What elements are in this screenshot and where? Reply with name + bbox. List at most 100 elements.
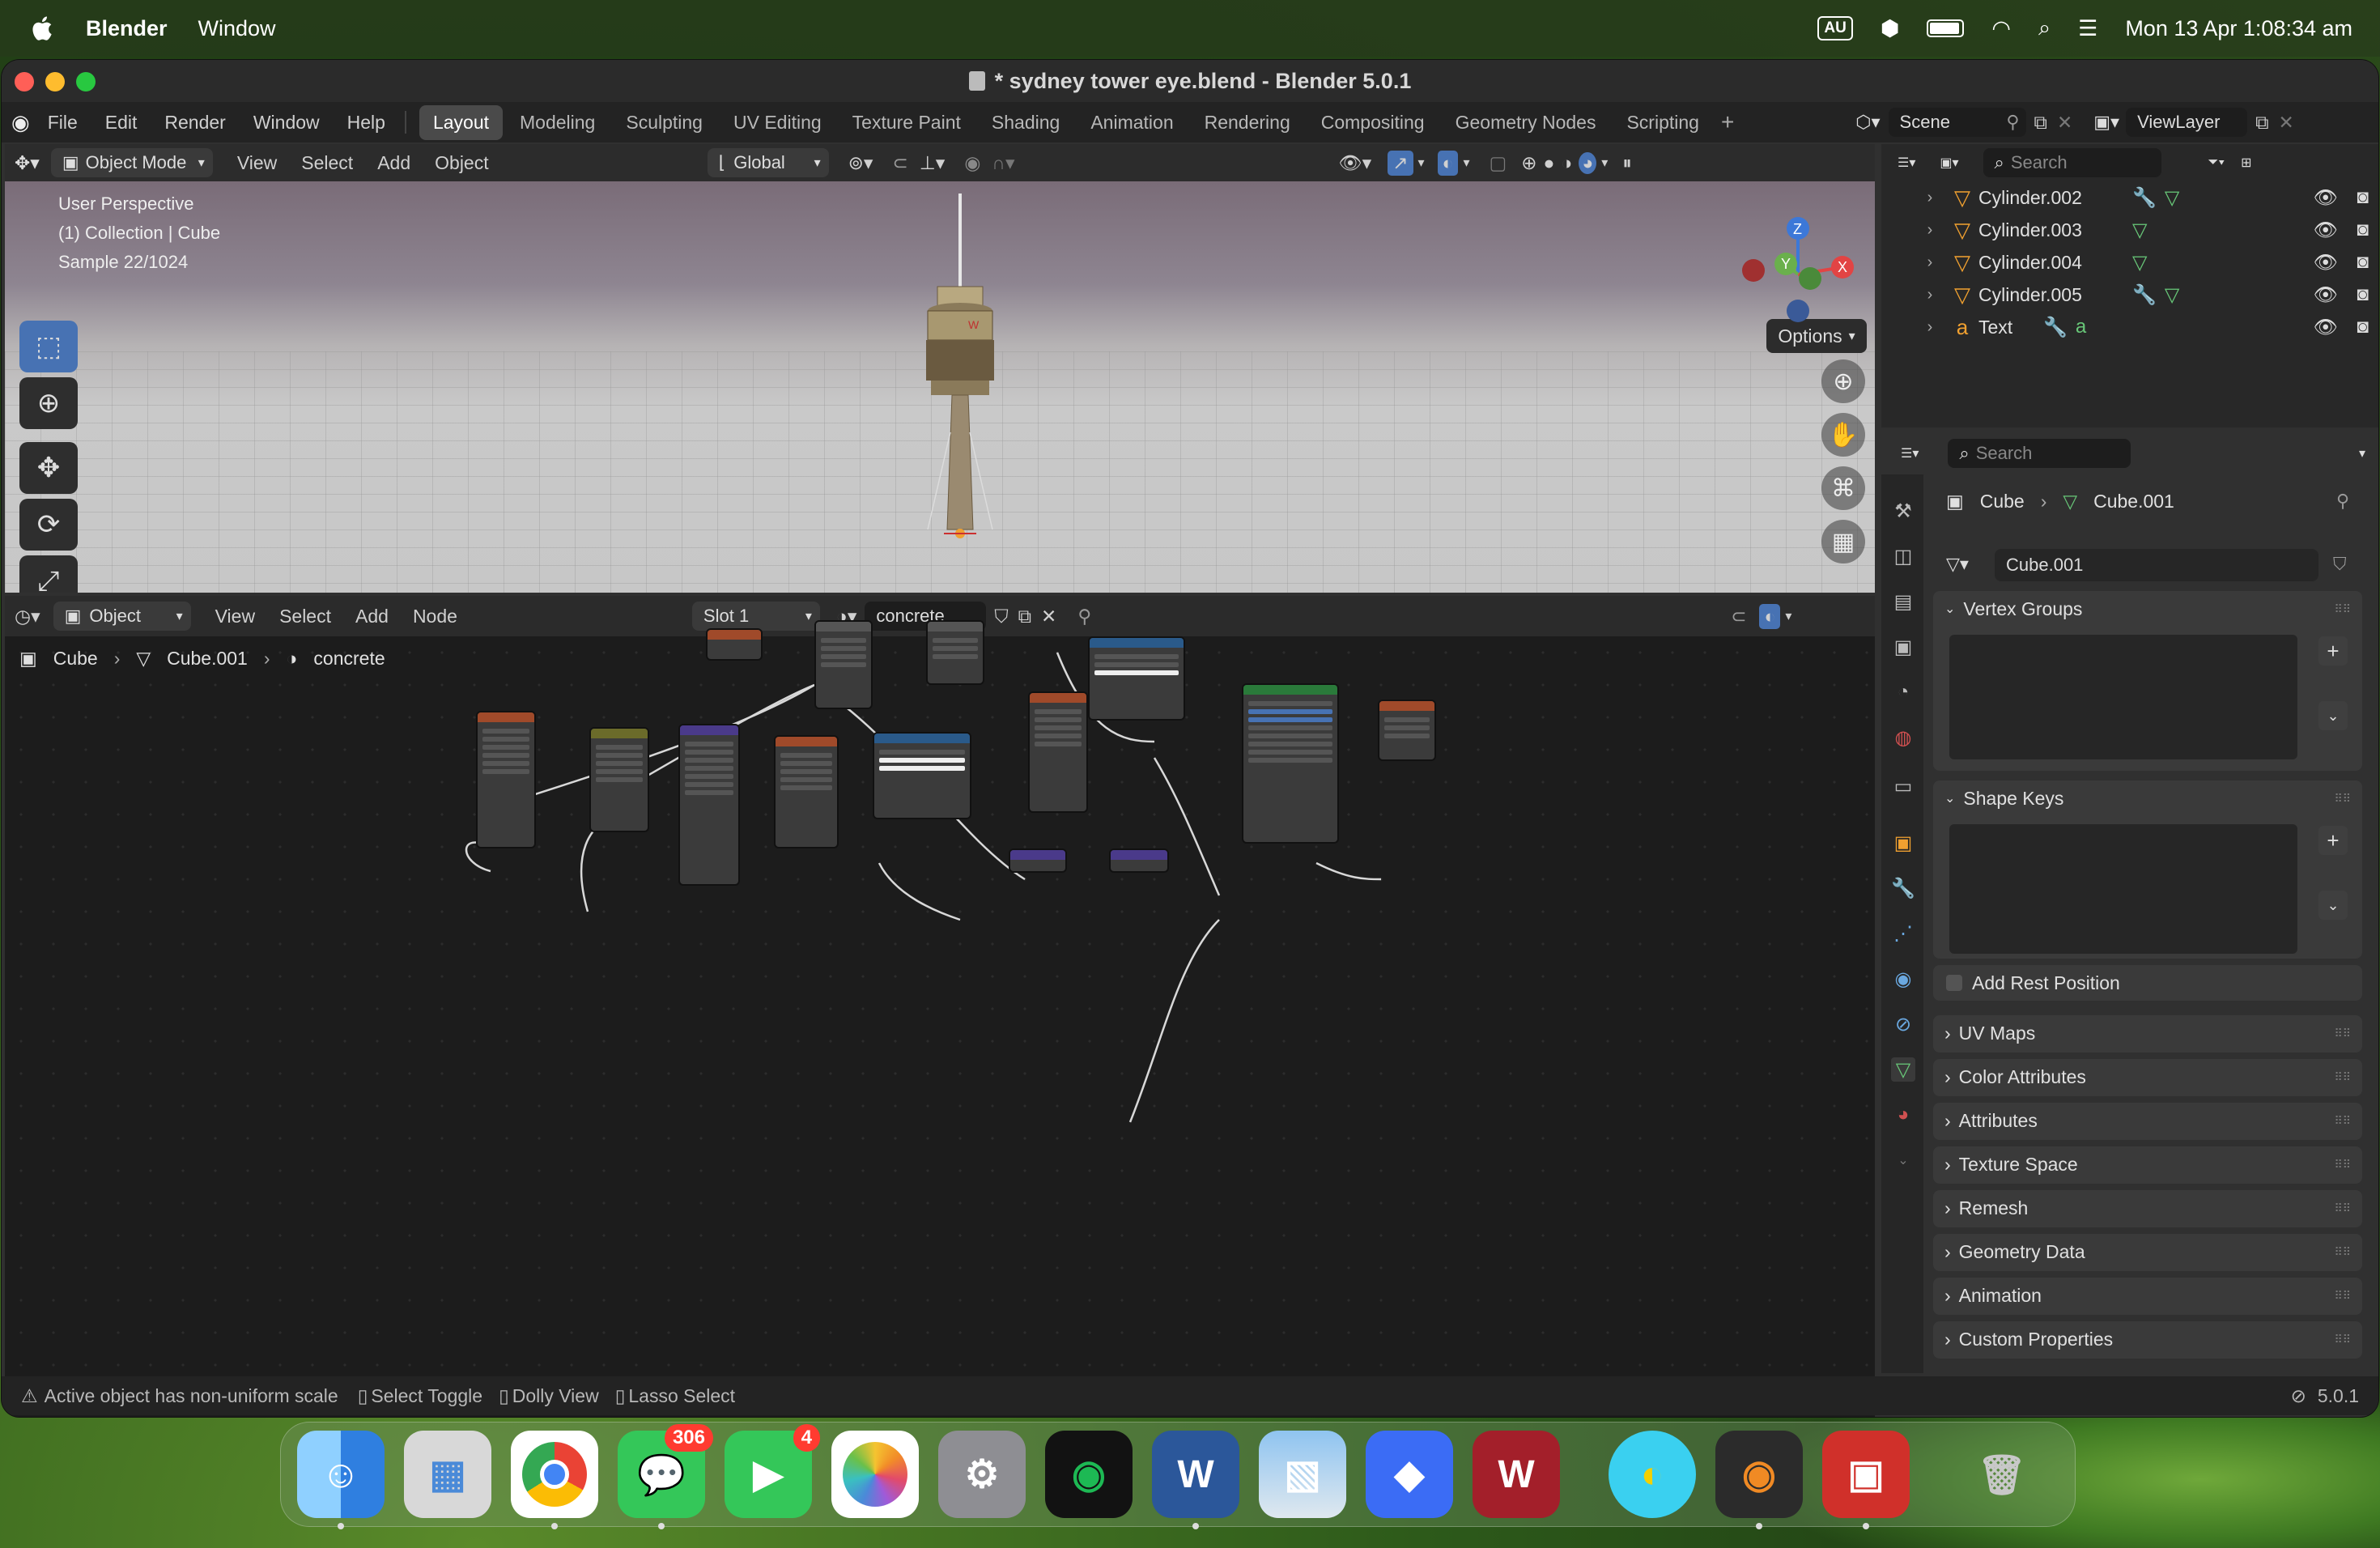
outliner-row[interactable]: › ▽ Cylinder.003 ▽ 👁 ◙	[1881, 214, 2378, 246]
shape-keys-list[interactable]	[1949, 824, 2297, 954]
gizmo-toggle-icon[interactable]: ↗	[1388, 150, 1413, 176]
drag-handle-icon[interactable]: ⠿⠿	[2334, 1201, 2351, 1215]
drag-handle-icon[interactable]: ⠿⠿	[2334, 792, 2351, 806]
macos-folder-icon[interactable]: ◐	[1609, 1431, 1696, 1518]
spotify-icon[interactable]: ◉	[1045, 1431, 1133, 1518]
shading-dropdown-icon[interactable]: ▾	[1601, 155, 1608, 171]
drag-handle-icon[interactable]: ⠿⠿	[2334, 1245, 2351, 1259]
node-menu-view[interactable]: View	[215, 606, 255, 627]
expand-chevron-icon[interactable]: ›	[1914, 286, 1946, 304]
visibility-eye-icon[interactable]: 👁	[2314, 251, 2338, 274]
wps-icon[interactable]: W	[1473, 1431, 1560, 1518]
location-icon[interactable]: ⬢	[1881, 16, 1900, 41]
cursor-tool[interactable]: ⊕	[19, 377, 78, 429]
outliner-row[interactable]: › ▽ Cylinder.005 🔧 ▽ 👁 ◙	[1881, 279, 2378, 311]
shader-node[interactable]	[774, 735, 839, 848]
display-mode-icon[interactable]: ▣▾	[1940, 155, 1958, 171]
modifier-icon[interactable]: 🔧	[2132, 283, 2157, 307]
finder-icon[interactable]: ☺	[297, 1431, 385, 1529]
camera-view-icon[interactable]: ⌘	[1821, 466, 1865, 510]
vertex-groups-list[interactable]	[1949, 635, 2297, 759]
blender-icon[interactable]: ◉	[1715, 1431, 1803, 1529]
shader-node[interactable]	[926, 620, 984, 685]
drag-handle-icon[interactable]: ⠿⠿	[2334, 1114, 2351, 1128]
view-layer-tab-icon[interactable]: ▣	[1891, 635, 1915, 659]
overlay-toggle-icon[interactable]: ◐	[1437, 150, 1459, 176]
custom-properties-panel[interactable]: › Custom Properties ⠿⠿	[1933, 1321, 2362, 1359]
viewport-menu-select[interactable]: Select	[301, 152, 353, 174]
messages-icon[interactable]: 💬 306	[618, 1424, 713, 1529]
tab-shading[interactable]: Shading	[978, 105, 1073, 140]
mesh-data-icon[interactable]: ▽	[2132, 251, 2147, 274]
pin-icon[interactable]: ⚲	[2006, 112, 2019, 133]
navigation-gizmo[interactable]: Z X Y	[1737, 214, 1859, 335]
input-source-badge[interactable]: AU	[1817, 16, 1853, 40]
render-camera-icon[interactable]: ◙	[2357, 251, 2369, 274]
menu-window[interactable]: Window	[253, 112, 320, 134]
expand-chevron-icon[interactable]: ›	[1914, 189, 1946, 207]
solid-shading-icon[interactable]: ●	[1544, 152, 1555, 174]
tab-sculpting[interactable]: Sculpting	[612, 105, 716, 140]
battery-icon[interactable]	[1927, 19, 1965, 37]
node-snap-icon[interactable]: ⊂	[1731, 606, 1746, 627]
add-vertex-group-icon[interactable]: +	[2318, 636, 2348, 666]
scene-field[interactable]: Scene ⚲	[1888, 108, 2026, 137]
attributes-panel[interactable]: › Attributes ⠿⠿	[1933, 1103, 2362, 1140]
menubar-clock[interactable]: Mon 13 Apr 1:08:34 am	[2125, 16, 2352, 41]
visibility-eye-icon[interactable]: 👁	[2314, 316, 2338, 339]
tool-tab-icon[interactable]: ⚒	[1891, 499, 1915, 523]
roblox-icon[interactable]: ◆	[1366, 1431, 1453, 1518]
wireframe-shading-icon[interactable]: ⊕	[1521, 152, 1536, 174]
drag-handle-icon[interactable]: ⠿⠿	[2334, 1333, 2351, 1346]
move-tool[interactable]: ✥	[19, 442, 78, 494]
node-menu-node[interactable]: Node	[413, 606, 457, 627]
text-data-icon[interactable]: a	[2076, 316, 2086, 338]
shape-keys-header[interactable]: ⌄ Shape Keys ⠿⠿	[1933, 780, 2362, 816]
vertex-groups-header[interactable]: ⌄ Vertex Groups ⠿⠿	[1933, 591, 2362, 627]
viewport-menu-object[interactable]: Object	[435, 152, 488, 174]
viewlayer-selector-icon[interactable]: ▣▾	[2093, 112, 2119, 133]
add-rest-position-checkbox[interactable]	[1946, 975, 1962, 991]
editor-type-icon[interactable]: ✥▾	[15, 152, 40, 174]
shader-node[interactable]	[1028, 691, 1088, 813]
rendered-shading-icon[interactable]: ◕	[1579, 151, 1597, 174]
vertex-group-menu-icon[interactable]: ⌄	[2318, 701, 2348, 730]
mesh-data-icon[interactable]: ▽	[2165, 283, 2179, 307]
shader-node[interactable]	[589, 727, 649, 832]
tab-scripting[interactable]: Scripting	[1613, 105, 1712, 140]
tab-animation[interactable]: Animation	[1077, 105, 1187, 140]
shader-node[interactable]	[814, 620, 873, 709]
pan-hand-icon[interactable]: ✋	[1821, 413, 1865, 457]
scale-tool[interactable]: ⤢	[19, 555, 78, 593]
viewport-menu-add[interactable]: Add	[377, 152, 410, 174]
proportional-edit-icon[interactable]: ◉	[964, 152, 980, 174]
material-shading-icon[interactable]: ◑	[1561, 152, 1572, 174]
tab-uv-editing[interactable]: UV Editing	[720, 105, 835, 140]
outliner-search[interactable]: ⌕ Search	[1983, 148, 2161, 177]
new-scene-icon[interactable]: ⧉	[2034, 112, 2047, 134]
shader-node[interactable]	[1009, 848, 1067, 873]
uv-maps-panel[interactable]: › UV Maps ⠿⠿	[1933, 1015, 2362, 1053]
add-workspace-icon[interactable]: +	[1721, 109, 1734, 135]
duplicate-material-icon[interactable]: ⧉	[1018, 606, 1031, 627]
node-menu-add[interactable]: Add	[355, 606, 389, 627]
expand-chevron-icon[interactable]: ›	[1914, 253, 1946, 272]
mesh-name-field[interactable]: Cube.001	[1995, 549, 2318, 581]
shape-key-menu-icon[interactable]: ⌄	[2318, 891, 2348, 920]
material-tab-icon[interactable]: ◕	[1891, 1103, 1915, 1127]
node-editor-type-icon[interactable]: ◷▾	[15, 606, 40, 627]
properties-options-icon[interactable]: ▾	[2359, 445, 2365, 461]
menu-help[interactable]: Help	[347, 112, 385, 134]
viewlayer-field[interactable]: ViewLayer	[2126, 108, 2248, 137]
physics-tab-icon[interactable]: ◉	[1891, 967, 1915, 991]
unlink-material-icon[interactable]: ✕	[1041, 606, 1056, 627]
delete-viewlayer-icon[interactable]: ✕	[2279, 112, 2294, 134]
falloff-icon[interactable]: ∩▾	[992, 152, 1014, 174]
tab-modeling[interactable]: Modeling	[506, 105, 609, 140]
render-camera-icon[interactable]: ◙	[2357, 219, 2369, 241]
shader-node[interactable]	[678, 724, 740, 886]
shader-node[interactable]	[706, 628, 763, 661]
outliner-row[interactable]: › ▽ Cylinder.002 🔧 ▽ 👁 ◙	[1881, 181, 2378, 214]
shader-type-selector[interactable]: ▣ Object ▾	[53, 602, 191, 631]
ortho-toggle-icon[interactable]: ▦	[1821, 520, 1865, 563]
